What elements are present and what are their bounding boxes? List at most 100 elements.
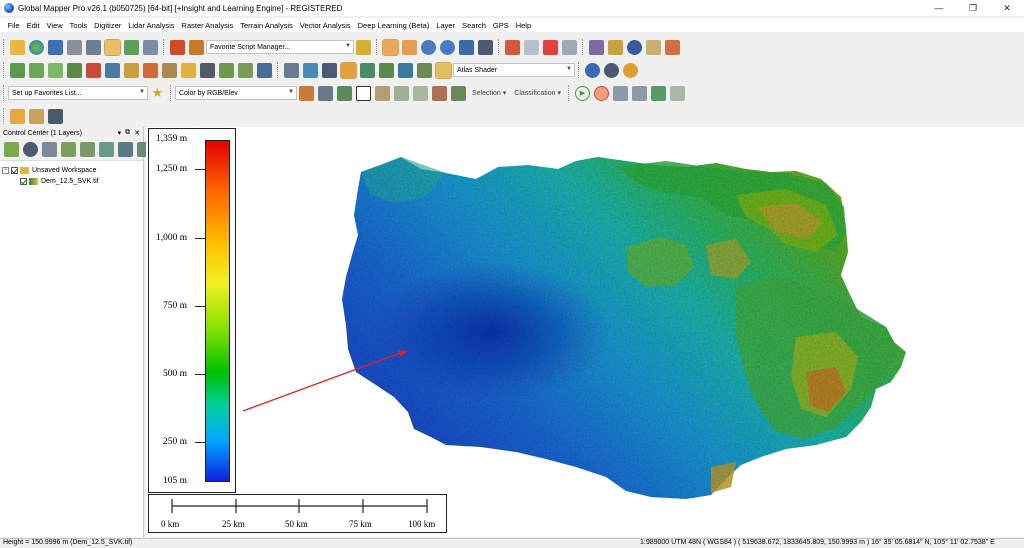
lasso-icon[interactable] (394, 85, 409, 101)
measure-icon[interactable] (608, 39, 623, 55)
share-icon[interactable] (631, 85, 647, 101)
classification-dropdown[interactable]: Classification ▾ (514, 89, 561, 97)
toolbar-grip[interactable] (163, 39, 166, 55)
paint-brush-icon[interactable] (589, 39, 604, 55)
run-script-icon[interactable] (170, 39, 185, 55)
open-folder-icon[interactable] (10, 39, 25, 55)
toggle-visibility-icon[interactable] (118, 142, 133, 157)
toolbar-grip[interactable] (582, 39, 585, 55)
home-icon[interactable] (478, 39, 493, 55)
panel-close-icon[interactable]: ✕ (134, 129, 140, 137)
maximize-button[interactable]: ❐ (956, 0, 990, 16)
slope-icon[interactable] (48, 62, 63, 78)
menu-layer[interactable]: Layer (433, 21, 459, 30)
selection-dropdown[interactable]: Selection ▾ (472, 89, 506, 97)
globe-icon[interactable] (29, 39, 44, 55)
view-shed-icon[interactable] (67, 62, 82, 78)
control-center-icon[interactable] (104, 38, 121, 56)
filter-icon[interactable] (299, 85, 314, 101)
wrench-icon[interactable] (86, 39, 101, 55)
copy-feature-icon[interactable] (562, 39, 577, 55)
combine-terrain-icon[interactable] (162, 62, 177, 78)
volume-icon[interactable] (105, 62, 120, 78)
point-select-icon[interactable] (375, 85, 390, 101)
ground-icon[interactable] (413, 85, 428, 101)
favorite-script-select[interactable]: Favorite Script Manager... ▼ (206, 40, 354, 54)
back-arrow-icon[interactable] (459, 39, 474, 55)
path-profile-icon[interactable] (665, 39, 680, 55)
minimize-button[interactable]: — (922, 0, 956, 16)
grid-select-icon[interactable] (318, 85, 333, 101)
metadata-icon[interactable] (61, 142, 76, 157)
gps-add-icon[interactable] (650, 85, 666, 101)
cut-fill-icon[interactable] (124, 62, 139, 78)
toolbar-grip[interactable] (277, 62, 280, 78)
terrain-profile-icon[interactable] (257, 62, 272, 78)
toolbar-grip[interactable] (170, 85, 173, 101)
layer-search-icon[interactable] (99, 142, 114, 157)
menu-edit[interactable]: Edit (23, 21, 43, 30)
export-icon[interactable] (67, 39, 82, 55)
toolbar-grip[interactable] (3, 39, 6, 55)
layer-stack-icon[interactable] (432, 85, 447, 101)
menu-deep-learning[interactable]: Deep Learning (Beta) (354, 21, 433, 30)
close-button[interactable]: ✕ (990, 0, 1024, 16)
classify-icon[interactable] (398, 62, 413, 78)
3d-view-icon[interactable] (303, 62, 318, 78)
grid-icon[interactable] (284, 62, 299, 78)
cross-tool-icon[interactable] (200, 62, 215, 78)
menu-search[interactable]: Search (459, 21, 490, 30)
layer-node[interactable]: Dem_12.5_SVK.tif (2, 176, 141, 187)
options-icon[interactable] (23, 142, 38, 157)
terrain-paint-icon[interactable] (219, 62, 234, 78)
color-mode-select[interactable]: Color by RGB/Elev ▼ (175, 86, 297, 100)
menu-tools[interactable]: Tools (66, 21, 91, 30)
sun-position-icon[interactable] (623, 62, 638, 78)
toolbar-grip[interactable] (578, 62, 581, 78)
pan-hand-icon[interactable] (402, 39, 417, 55)
toolbar-grip[interactable] (3, 85, 6, 101)
script-favorites-icon[interactable] (356, 39, 371, 55)
elevation-color-icon[interactable] (417, 62, 432, 78)
pencil-icon[interactable] (505, 39, 520, 55)
menu-lidar-analysis[interactable]: Lidar Analysis (125, 21, 178, 30)
toolbar-grip[interactable] (3, 62, 6, 78)
overview-map-icon[interactable] (124, 39, 139, 55)
menu-gps[interactable]: GPS (489, 21, 512, 30)
toolbar-grip[interactable] (567, 85, 571, 101)
workspace-checkbox[interactable] (11, 167, 18, 174)
shader-toggle-icon[interactable] (340, 61, 357, 79)
elevation-grid-icon[interactable] (143, 62, 158, 78)
terrain-icon[interactable] (10, 62, 25, 78)
terrain-layer-icon[interactable] (181, 62, 196, 78)
watershed-icon[interactable] (86, 62, 101, 78)
script-builder-icon[interactable] (189, 39, 204, 55)
shader-select[interactable]: Atlas Shader ▼ (453, 63, 575, 77)
toolbar-grip[interactable] (3, 108, 6, 124)
layer-checkbox[interactable] (20, 178, 27, 185)
globe-view-icon[interactable] (585, 62, 600, 78)
zoom-out-icon[interactable] (440, 39, 455, 55)
menu-raster-analysis[interactable]: Raster Analysis (178, 21, 237, 30)
toolbar-grip[interactable] (498, 39, 501, 55)
lidar-icon[interactable] (360, 62, 375, 78)
zoom-tool-icon[interactable] (382, 38, 399, 56)
collapse-icon[interactable]: − (2, 167, 9, 174)
calculator-icon[interactable] (48, 108, 63, 124)
menu-file[interactable]: File (4, 21, 23, 30)
map-canvas[interactable] (146, 127, 1024, 537)
digitize-icon[interactable] (524, 39, 539, 55)
triangle-icon[interactable] (356, 85, 371, 101)
layer-manager-icon[interactable] (143, 39, 158, 55)
info-icon[interactable] (627, 39, 642, 55)
flatten-terrain-icon[interactable] (238, 62, 253, 78)
settings-gear-icon[interactable] (604, 62, 619, 78)
favorites-list-select[interactable]: Set up Favorites List... ▼ (8, 86, 148, 100)
point-cloud-icon[interactable] (379, 62, 394, 78)
gps-settings-icon[interactable] (669, 85, 685, 101)
workspace-node[interactable]: − Unsaved Workspace (2, 165, 141, 176)
search-web-icon[interactable] (29, 108, 44, 124)
pin-icon[interactable]: ▾ (118, 129, 122, 137)
zoom-in-icon[interactable] (421, 39, 436, 55)
check-edit-icon[interactable] (337, 85, 352, 101)
